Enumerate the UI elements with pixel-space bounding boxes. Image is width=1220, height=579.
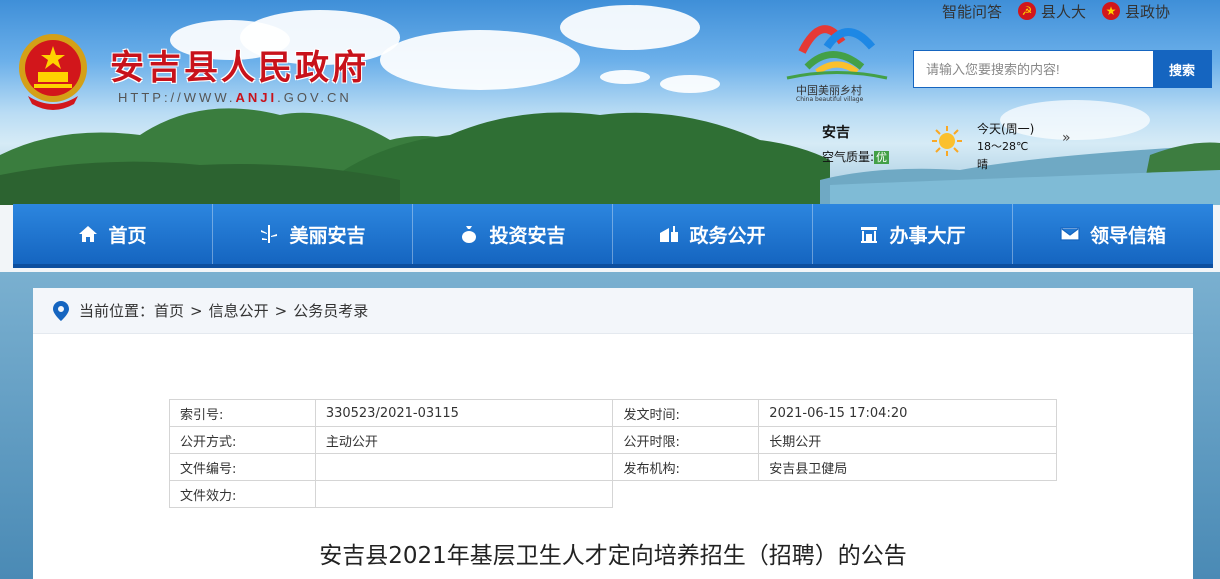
main-nav: 首页 美丽安吉 投资安吉 政务公开 办事大厅 领导信箱 [13,204,1213,268]
table-row: 公开方式: 主动公开 公开时限: 长期公开 [169,426,1057,454]
publish-time: 2021-06-15 17:04:20 [758,399,1057,427]
sunny-icon [932,126,962,156]
money-bag-icon [462,226,477,243]
building-icon [660,226,679,242]
nav-item-leader-mailbox[interactable]: 领导信箱 [1013,204,1213,264]
top-link-qa[interactable]: 智能问答 [942,0,1002,22]
header-banner: 安吉县人民政府 HTTP://WWW.ANJI.GOV.CN 智能问答 ☭ 县人大… [0,0,1220,205]
open-mode: 主动公开 [314,426,614,454]
weather-more-icon[interactable]: » [1062,130,1071,146]
open-period: 长期公开 [758,426,1057,454]
nav-item-home[interactable]: 首页 [13,204,213,264]
table-row: 文件效力: [169,480,1057,508]
site-url[interactable]: HTTP://WWW.ANJI.GOV.CN [118,90,352,105]
weather-city: 安吉 [822,125,850,141]
document-meta-table: 索引号: 330523/2021-03115 发文时间: 2021-06-15 … [169,399,1057,508]
mail-icon [1060,227,1080,241]
location-pin-icon [53,300,69,321]
village-house-icon [786,25,888,80]
top-link-congress[interactable]: ☭ 县人大 [1017,0,1086,22]
national-emblem-icon [19,34,87,110]
nav-item-service-hall[interactable]: 办事大厅 [813,204,1013,264]
top-links: 智能问答 ☭ 县人大 ★ 县政协 [942,0,1170,22]
nav-item-invest-anji[interactable]: 投资安吉 [413,204,613,264]
nav-item-gov-affairs[interactable]: 政务公开 [613,204,813,264]
top-link-cppcc[interactable]: ★ 县政协 [1101,0,1170,22]
breadcrumb-home[interactable]: 首页 [154,300,184,321]
weather-widget: 安吉 空气质量: 优 今天(周一) 18～28℃ 晴 » [822,122,1071,171]
air-quality: 空气质量: 优 [822,150,890,164]
search-button[interactable]: 搜索 [1153,51,1211,87]
cppcc-emblem-icon: ★ [1101,2,1120,20]
bamboo-icon [261,225,278,243]
breadcrumb: 当前位置： 首页 > 信息公开 > 公务员考录 [33,288,1193,334]
nav-item-beautiful-anji[interactable]: 美丽安吉 [213,204,413,264]
beautiful-village-logo: 中国美丽乡村 China beautiful village [782,12,892,104]
search-input[interactable] [914,51,1153,87]
hall-icon [861,227,878,243]
site-title[interactable]: 安吉县人民政府 [110,40,369,89]
search-box: 搜索 [913,50,1212,88]
article-title: 安吉县2021年基层卫生人才定向培养招生（招聘）的公告 [319,543,907,569]
breadcrumb-info-public[interactable]: 信息公开 [209,300,269,321]
home-icon [79,226,98,242]
table-row: 文件编号: 发布机构: 安吉县卫健局 [169,453,1057,481]
table-row: 索引号: 330523/2021-03115 发文时间: 2021-06-15 … [169,399,1057,427]
issuing-agency: 安吉县卫健局 [758,453,1057,481]
breadcrumb-prefix: 当前位置： [79,302,155,320]
party-emblem-icon: ☭ [1017,2,1036,20]
index-number: 330523/2021-03115 [314,399,614,427]
document-number [314,453,614,481]
breadcrumb-civil-servant[interactable]: 公务员考录 [293,300,368,321]
document-validity [314,480,614,508]
